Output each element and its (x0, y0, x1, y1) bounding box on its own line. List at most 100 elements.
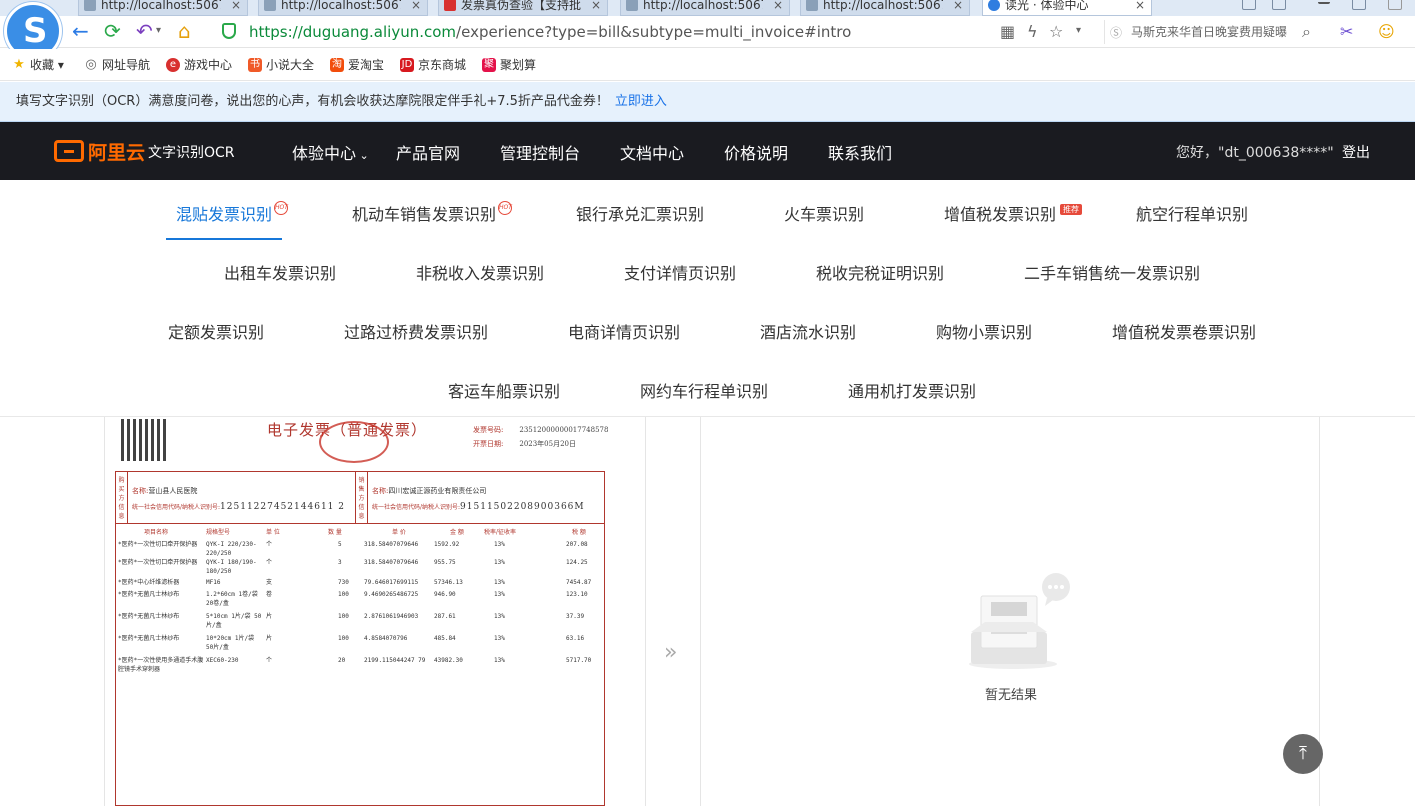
invoice-item-cell: 5*10cm 1片/袋 50片/盒 (206, 613, 262, 629)
seller-info: 销售方信息 名称:四川宏诚正源药业有限责任公司 统一社会信用代码/纳税人识别号:… (356, 472, 604, 524)
double-chevron-right-icon[interactable]: » (664, 640, 677, 665)
nav-contact[interactable]: 联系我们 (828, 140, 892, 164)
tab-general-machine-invoice[interactable]: 通用机打发票识别 (848, 378, 976, 402)
chevron-down-icon[interactable]: ▾ (156, 20, 161, 42)
invoice-item-cell: 个 (266, 541, 273, 548)
bookmark-jd[interactable]: JD 京东商城 (400, 57, 466, 73)
tab-ride-hailing[interactable]: 网约车行程单识别 (640, 378, 768, 402)
invoice-item-cell: 43982.30 (434, 657, 463, 664)
refresh-icon[interactable]: ⟳ (104, 20, 121, 42)
nav-experience-center[interactable]: 体验中心 ⌄ (292, 140, 369, 164)
bookmark-juhuasuan[interactable]: 聚聚划算 (482, 57, 536, 73)
tab-vehicle-sales-invoice[interactable]: 机动车销售发票识别 HOT (352, 201, 513, 225)
menu-icon[interactable] (1272, 0, 1286, 10)
chevron-down-icon[interactable]: ▾ (1076, 25, 1081, 36)
brand-name[interactable]: 阿里云 (88, 138, 145, 165)
aliyun-logo-icon[interactable] (54, 140, 84, 162)
maximize-icon[interactable] (1352, 0, 1366, 10)
survey-link[interactable]: 立即进入 (615, 94, 667, 109)
emoji-icon[interactable]: ☺ (1378, 22, 1395, 41)
category-tabs: 混贴发票识别 HOT 机动车销售发票识别 HOT 银行承兑汇票识别 火车票识别 增值… (0, 180, 1415, 417)
grid-icon[interactable]: ▦ (1000, 22, 1015, 41)
bookmark-novels[interactable]: 书小说大全 (248, 57, 314, 73)
tab-passenger-ticket[interactable]: 客运车船票识别 (448, 378, 560, 402)
browser-tab-active[interactable]: 读光 · 体验中心 × (982, 0, 1152, 16)
tab-payment-details[interactable]: 支付详情页识别 (624, 260, 736, 284)
hot-badge-icon: HOT (274, 201, 289, 215)
address-bar[interactable]: https://duguang.aliyun.com/experience?ty… (249, 19, 1119, 45)
browser-tab-strip: http://localhost:5067/× http://localhost… (0, 0, 1415, 16)
bookmark-games[interactable]: e 游戏中心 (166, 57, 232, 73)
bookmark-taobao[interactable]: 淘爱淘宝 (330, 57, 384, 73)
browser-tab[interactable]: http://localhost:5067/× (78, 0, 248, 16)
invoice-item-cell: 13% (494, 613, 505, 620)
star-icon[interactable]: ☆ (1049, 22, 1063, 41)
tab-vat-invoice[interactable]: 增值税发票识别 推荐 (944, 201, 1083, 225)
browser-toolbar: S ← ⟳ ↶ ▾ ⌂ https://duguang.aliyun.com/e… (0, 2, 1415, 60)
tab-train-ticket[interactable]: 火车票识别 (784, 201, 864, 225)
invoice-item-cell: 123.10 (566, 591, 588, 598)
tab-hotel-statement[interactable]: 酒店流水识别 (760, 319, 856, 343)
invoice-item-cell: 个 (266, 559, 273, 566)
invoice-image-panel[interactable]: 电子发票（普通发票） 发票号码: 23512000000017748578 开票日… (104, 417, 646, 806)
close-icon[interactable]: × (231, 0, 241, 15)
invoice-body: 购买方信息 名称:营山县人民医院 统一社会信用代码/纳税人识别号:1251122… (115, 471, 605, 806)
tab-taxi-invoice[interactable]: 出租车发票识别 (224, 260, 336, 284)
empty-result-text: 暂无结果 (984, 688, 1037, 703)
invoice-item-cell: 1592.92 (434, 541, 460, 548)
tab-toll-invoice[interactable]: 过路过桥费发票识别 (344, 319, 488, 343)
nav-product-site[interactable]: 产品官网 (396, 140, 460, 164)
tab-mixed-invoice[interactable]: 混贴发票识别 HOT (176, 201, 289, 225)
back-to-top-button[interactable]: ⤒ (1283, 734, 1323, 774)
invoice-item-cell: 730 (338, 579, 349, 586)
search-input[interactable]: 马斯克来华首日晚宴费用疑曝 (1104, 20, 1322, 44)
browser-tab[interactable]: http://localhost:5067/× (800, 0, 970, 16)
tab-bank-acceptance[interactable]: 银行承兑汇票识别 (576, 201, 704, 225)
close-icon[interactable]: × (953, 0, 963, 15)
skin-icon[interactable] (1242, 0, 1256, 10)
tab-non-tax-invoice[interactable]: 非税收入发票识别 (416, 260, 544, 284)
tab-ecommerce-details[interactable]: 电商详情页识别 (568, 319, 680, 343)
bookmark-favorites[interactable]: ★ 收藏 ▾ (12, 57, 64, 73)
back-icon[interactable]: ← (72, 20, 89, 42)
invoice-item-cell: 13% (494, 591, 505, 598)
home-icon[interactable]: ⌂ (178, 20, 191, 42)
nav-docs[interactable]: 文档中心 (620, 140, 684, 164)
invoice-item-cell: XEC60-230 (206, 657, 239, 664)
logout-button[interactable]: 登出 (1342, 142, 1370, 162)
taobao-icon: 淘 (330, 58, 344, 72)
survey-notice: 填写文字识别（OCR）满意度问卷，说出您的心声，有机会收获达摩院限定伴手礼+7.… (0, 82, 1415, 122)
invoice-item-cell: 片 (266, 635, 273, 642)
nav-pricing[interactable]: 价格说明 (724, 140, 788, 164)
globe-icon: ◎ (85, 57, 97, 72)
invoice-item-cell: 2.8761061946903 (364, 613, 419, 620)
tab-air-itinerary[interactable]: 航空行程单识别 (1136, 201, 1248, 225)
tab-shopping-receipt[interactable]: 购物小票识别 (936, 319, 1032, 343)
tab-tax-certificate[interactable]: 税收完税证明识别 (816, 260, 944, 284)
scissors-icon[interactable]: ✂ (1340, 22, 1353, 41)
invoice-item-cell: 100 (338, 591, 349, 598)
close-icon[interactable]: × (773, 0, 783, 15)
browser-tab[interactable]: http://localhost:5067/× (620, 0, 790, 16)
result-panel: 暂无结果 (700, 417, 1320, 806)
user-greeting: 您好，"dt_000638****" (1176, 145, 1334, 161)
search-icon[interactable]: ⌕ (1302, 22, 1311, 42)
undo-icon[interactable]: ↶ (136, 20, 153, 42)
book-icon: 书 (248, 58, 262, 72)
close-icon[interactable]: × (591, 0, 601, 15)
close-icon[interactable]: × (1135, 0, 1145, 15)
browser-tab[interactable]: http://localhost:5067/× (258, 0, 428, 16)
invoice-item-cell: 13% (494, 657, 505, 664)
minimize-icon[interactable] (1318, 0, 1330, 4)
bookmark-nav[interactable]: ◎ 网址导航 (84, 57, 150, 73)
tab-used-car-invoice[interactable]: 二手车销售统一发票识别 (1024, 260, 1200, 284)
invoice-item-cell: 个 (266, 657, 273, 664)
lightning-icon[interactable]: ϟ (1027, 22, 1038, 41)
close-window-icon[interactable] (1388, 0, 1402, 10)
close-icon[interactable]: × (411, 0, 421, 15)
browser-tab[interactable]: 发票真伪查验【支持批 × (438, 0, 608, 16)
product-name: 文字识别OCR (148, 145, 235, 161)
tab-quota-invoice[interactable]: 定额发票识别 (168, 319, 264, 343)
tab-vat-roll-invoice[interactable]: 增值税发票卷票识别 (1112, 319, 1256, 343)
nav-console[interactable]: 管理控制台 (500, 140, 580, 164)
